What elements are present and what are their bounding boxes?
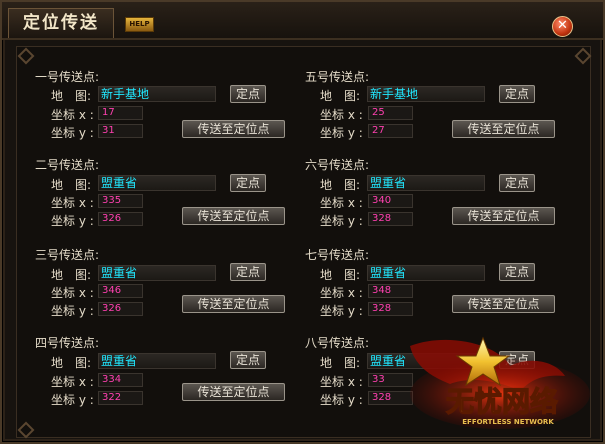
coord-x-label: 坐标 x : xyxy=(320,286,363,300)
coord-x-label: 坐标 x : xyxy=(320,108,363,122)
point-title: 五号传送点: xyxy=(305,70,370,84)
coord-y-label: 坐标 y : xyxy=(51,214,94,228)
map-label: 地 图: xyxy=(320,268,361,282)
teleport-button[interactable]: 传送至定位点 xyxy=(452,207,555,225)
point-title: 八号传送点: xyxy=(305,336,370,350)
locate-button[interactable]: 定点 xyxy=(230,174,266,192)
coord-x-field[interactable]: 335 xyxy=(98,194,143,208)
coord-y-field[interactable]: 328 xyxy=(368,212,413,226)
coord-x-field[interactable]: 340 xyxy=(368,194,413,208)
teleport-window: 定位传送 HELP ✕ 一号传送点: 地 图: 新手基地 定点 坐标 x : 1… xyxy=(0,0,605,444)
map-field[interactable]: 盟重省 xyxy=(367,175,485,191)
map-label: 地 图: xyxy=(320,89,361,103)
locate-button[interactable]: 定点 xyxy=(230,85,266,103)
coord-y-label: 坐标 y : xyxy=(51,393,94,407)
coord-y-field[interactable]: 328 xyxy=(368,302,413,316)
coord-y-label: 坐标 y : xyxy=(51,304,94,318)
map-field[interactable]: 盟重省 xyxy=(98,265,216,281)
teleport-button[interactable]: 传送至定位点 xyxy=(182,383,285,401)
teleport-button[interactable]: 传送至定位点 xyxy=(182,295,285,313)
map-label: 地 图: xyxy=(51,268,92,282)
logo-text: 无忧网络 xyxy=(446,385,558,418)
coord-y-field[interactable]: 322 xyxy=(98,391,143,405)
point-title: 三号传送点: xyxy=(35,248,100,262)
locate-button[interactable]: 定点 xyxy=(499,174,535,192)
map-label: 地 图: xyxy=(320,178,361,192)
coord-x-label: 坐标 x : xyxy=(320,375,363,389)
teleport-button[interactable]: 传送至定位点 xyxy=(182,120,285,138)
point-title: 四号传送点: xyxy=(35,336,100,350)
locate-button[interactable]: 定点 xyxy=(230,351,266,369)
window-title: 定位传送 xyxy=(8,8,114,38)
title-bar: 定位传送 HELP ✕ xyxy=(2,2,603,40)
coord-y-label: 坐标 y : xyxy=(320,214,363,228)
map-field[interactable]: 盟重省 xyxy=(98,175,216,191)
map-label: 地 图: xyxy=(320,356,361,370)
coord-x-field[interactable]: 334 xyxy=(98,373,143,387)
map-label: 地 图: xyxy=(51,356,92,370)
point-title: 二号传送点: xyxy=(35,158,100,172)
map-field[interactable]: 盟重省 xyxy=(367,265,485,281)
locate-button[interactable]: 定点 xyxy=(499,85,535,103)
locate-button[interactable]: 定点 xyxy=(499,263,535,281)
point-title: 六号传送点: xyxy=(305,158,370,172)
teleport-button[interactable]: 传送至定位点 xyxy=(452,120,555,138)
coord-y-label: 坐标 y : xyxy=(320,304,363,318)
coord-x-field[interactable]: 348 xyxy=(368,284,413,298)
corner-ornament-icon xyxy=(572,45,592,65)
teleport-button[interactable]: 传送至定位点 xyxy=(182,207,285,225)
map-field[interactable]: 新手基地 xyxy=(98,86,216,102)
coord-y-label: 坐标 y : xyxy=(51,126,94,140)
logo-subtext: EFFORTLESS NETWORK xyxy=(462,418,554,426)
close-icon[interactable]: ✕ xyxy=(552,16,573,37)
map-label: 地 图: xyxy=(51,89,92,103)
coord-x-label: 坐标 x : xyxy=(51,286,94,300)
map-field[interactable]: 新手基地 xyxy=(367,86,485,102)
help-button[interactable]: HELP xyxy=(125,17,154,32)
coord-x-field[interactable]: 25 xyxy=(368,106,413,120)
teleport-button[interactable]: 传送至定位点 xyxy=(452,295,555,313)
point-title: 七号传送点: xyxy=(305,248,370,262)
coord-x-field[interactable]: 346 xyxy=(98,284,143,298)
coord-x-label: 坐标 x : xyxy=(51,375,94,389)
brand-logo: 无忧网络 EFFORTLESS NETWORK xyxy=(410,336,590,429)
locate-button[interactable]: 定点 xyxy=(230,263,266,281)
coord-x-label: 坐标 x : xyxy=(51,108,94,122)
coord-x-label: 坐标 x : xyxy=(320,196,363,210)
map-field[interactable]: 盟重省 xyxy=(98,353,216,369)
corner-ornament-icon xyxy=(15,45,35,65)
corner-ornament-icon xyxy=(15,419,35,439)
coord-y-field[interactable]: 31 xyxy=(98,124,143,138)
map-label: 地 图: xyxy=(51,178,92,192)
coord-y-field[interactable]: 27 xyxy=(368,124,413,138)
coord-y-label: 坐标 y : xyxy=(320,126,363,140)
coord-y-field[interactable]: 326 xyxy=(98,212,143,226)
coord-x-label: 坐标 x : xyxy=(51,196,94,210)
point-title: 一号传送点: xyxy=(35,70,100,84)
coord-y-field[interactable]: 326 xyxy=(98,302,143,316)
coord-y-label: 坐标 y : xyxy=(320,393,363,407)
coord-x-field[interactable]: 17 xyxy=(98,106,143,120)
